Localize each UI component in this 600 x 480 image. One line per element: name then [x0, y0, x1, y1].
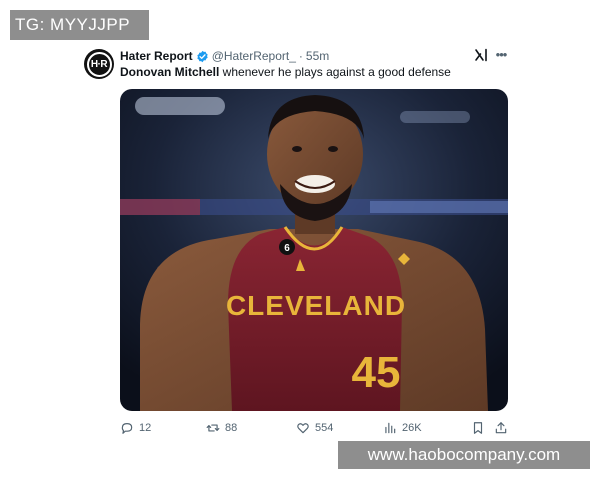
- like-icon: [297, 423, 309, 434]
- like-button[interactable]: 554: [296, 420, 333, 436]
- tweet-text-body: whenever he plays against a good defense: [219, 65, 451, 79]
- author-name[interactable]: Hater Report: [120, 49, 193, 63]
- verified-badge-icon: [197, 50, 208, 62]
- bookmark-button[interactable]: [471, 420, 485, 436]
- repost-icon: [206, 424, 220, 432]
- like-count: 554: [315, 422, 334, 434]
- more-icon[interactable]: •••: [493, 47, 509, 63]
- grok-icon[interactable]: [474, 48, 488, 62]
- watermark-top: TG: MYYJJPP: [10, 10, 149, 40]
- separator-dot: ·: [298, 49, 303, 63]
- views-icon: [385, 422, 396, 434]
- watermark-bottom: www.haobocompany.com: [338, 441, 590, 469]
- jersey-number: 45: [352, 348, 401, 397]
- tweet-text: Donovan Mitchell whenever he plays again…: [120, 65, 451, 80]
- views-count: 26K: [402, 422, 422, 434]
- avatar-logo-mark: H·R: [90, 58, 108, 70]
- reply-count: 12: [139, 422, 152, 434]
- reply-icon: [121, 423, 133, 434]
- views-button[interactable]: 26K: [383, 420, 422, 436]
- jersey-text: CLEVELAND: [226, 290, 406, 321]
- share-icon: [495, 422, 507, 434]
- share-button[interactable]: [494, 420, 508, 436]
- tweet-text-mention: Donovan Mitchell: [120, 65, 220, 79]
- player-photo: 6 CLEVELAND 45: [120, 89, 508, 411]
- tweet-timestamp[interactable]: 55m: [306, 49, 329, 63]
- avatar-logo: H·R: [86, 51, 112, 77]
- jersey-patch-number: 6: [284, 243, 290, 254]
- bookmark-icon: [473, 422, 483, 434]
- reply-button[interactable]: 12: [120, 420, 151, 436]
- author-avatar[interactable]: H·R: [84, 49, 114, 79]
- repost-count: 88: [225, 422, 238, 434]
- repost-button[interactable]: 88: [206, 420, 237, 436]
- author-handle[interactable]: @HaterReport_: [212, 49, 296, 63]
- tweet-media-image[interactable]: 6 CLEVELAND 45: [120, 89, 508, 411]
- tweet-actions-bar: 12 88 554 26K: [120, 420, 510, 436]
- tweet-header: Hater Report @HaterReport_ · 55m: [120, 48, 329, 64]
